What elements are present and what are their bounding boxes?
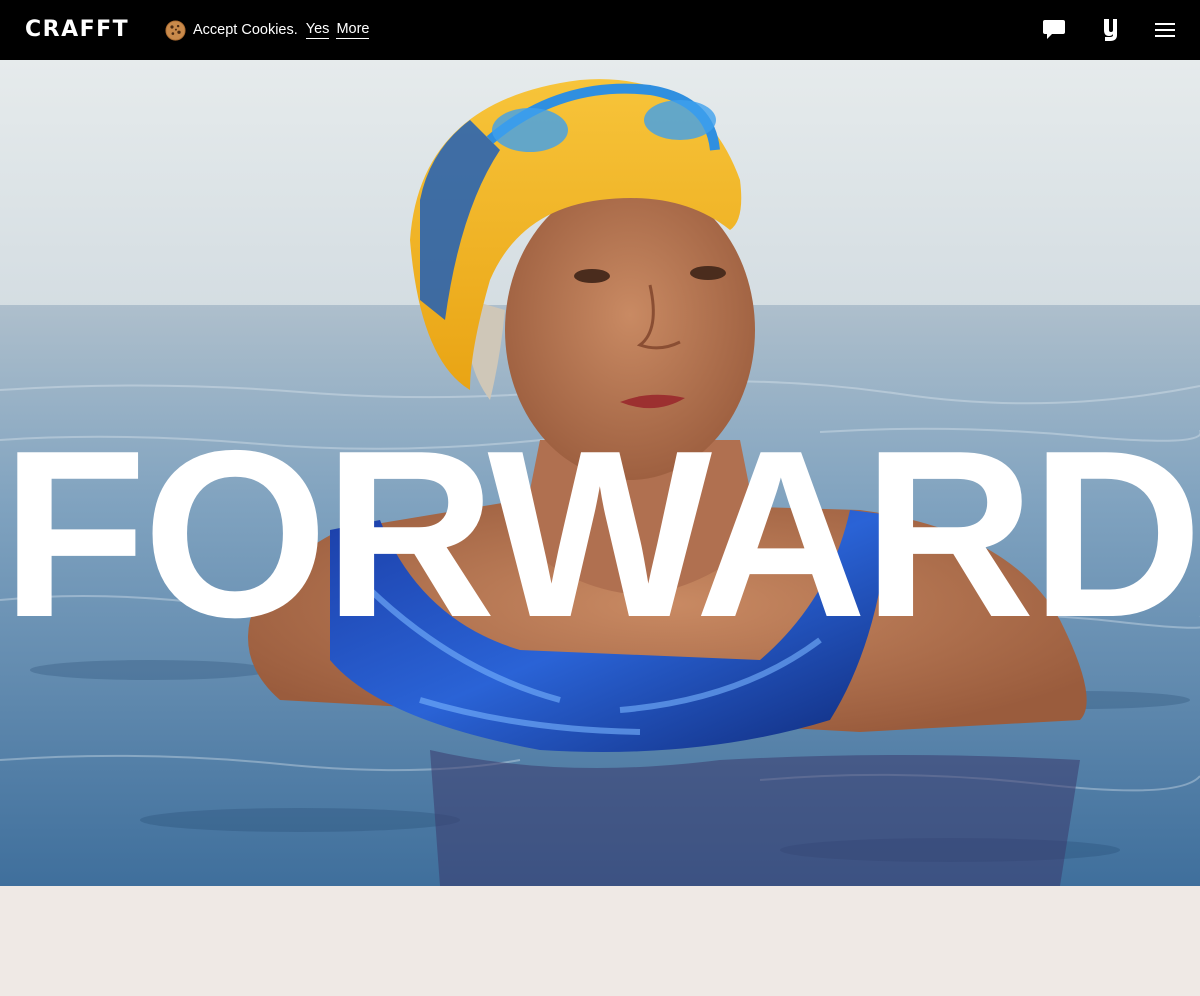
cookie-message: Accept Cookies. [193,22,298,38]
cookie-accept-link[interactable]: Yes [305,21,330,39]
hamburger-menu-icon[interactable] [1153,18,1177,42]
cookie-more-link[interactable]: More [336,21,370,39]
brand-g-icon[interactable] [1098,18,1122,42]
cookie-banner: Accept Cookies. Yes More [165,19,370,41]
hero-section: FORWARD [0,60,1200,886]
content-band [0,886,1200,996]
logo[interactable]: CRAFFT [25,16,129,44]
cookie-icon [165,19,186,41]
top-navigation-bar: CRAFFT Accept Cookies. Yes More [0,0,1200,60]
chat-icon[interactable] [1042,18,1066,42]
hero-headline: FORWARD [1,402,1200,667]
